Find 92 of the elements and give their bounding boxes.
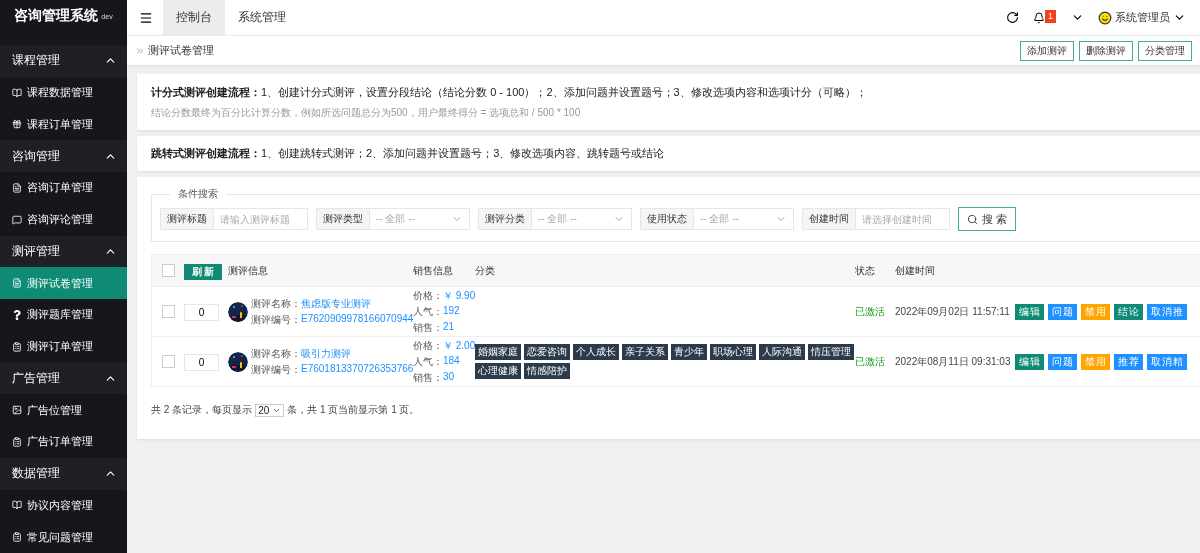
action-button[interactable]: 编辑 [1015, 353, 1044, 370]
column-header: 分类 [475, 263, 496, 278]
checkbox[interactable] [162, 355, 175, 368]
notice-note: 结论分数最终为百分比计算分数，例如所选问题总分为500，用户最终得分 = 选项总和 / 500 * 100 [151, 106, 582, 120]
pager-text: 共 2 条记录，每页显示 [151, 403, 253, 417]
field-label: 测评名称： [251, 346, 301, 361]
column-header: 测评信息 [228, 263, 269, 278]
menu-icon[interactable] [139, 10, 153, 25]
category-tag: 个人成长 [573, 344, 619, 360]
column-header: 创建时间 [895, 263, 936, 278]
clipboard-icon [12, 532, 22, 543]
toolbar-button[interactable]: 分类管理 [1138, 40, 1192, 61]
category-tag: 情感陪护 [524, 363, 570, 379]
test-code: E7620909978166070944 [301, 312, 414, 324]
field-label: 价格： [413, 288, 443, 303]
image-icon [12, 405, 22, 416]
field-label: 测评类型 [316, 208, 370, 230]
test-code: E7601813370726353766 [301, 362, 414, 374]
category-tag: 职场心理 [710, 344, 756, 360]
field-label: 销售： [413, 371, 443, 385]
user-name[interactable]: 系统管理员 [1115, 10, 1170, 25]
created-time: 2022年08月11日 09:31:03 [895, 354, 1012, 369]
field-label: 测评标题 [160, 208, 214, 230]
sales-value: ￥ 9.90 [443, 288, 476, 303]
field-label: 使用状态 [640, 208, 694, 230]
notice-text: 跳转式测评创建流程：1、创建跳转式测评；2、添加问题并设置题号；3、修改选项内容、跳转题号或结论 [151, 146, 666, 161]
filter-field[interactable]: 请选择创建时间 [856, 208, 950, 230]
sort-field[interactable]: 0 [184, 304, 219, 321]
sidebar-group[interactable]: 广告管理 [0, 362, 127, 395]
sales-value: 192 [443, 304, 460, 318]
sales-value: 21 [443, 320, 455, 334]
sales-value: ￥ 2.00 [443, 338, 476, 353]
field-label: 测评编号： [251, 312, 301, 327]
field-label: 价格： [413, 338, 443, 353]
category-tag: 青少年 [671, 344, 707, 360]
field-label: 测评名称： [251, 296, 301, 311]
checkbox[interactable] [162, 264, 175, 277]
sidebar-group[interactable]: 数据管理 [0, 457, 127, 490]
status-text: 已激活 [855, 354, 886, 369]
status-text: 已激活 [855, 304, 886, 319]
filter-field[interactable]: 请输入测评标题 [214, 208, 308, 230]
avatar-icon [1098, 10, 1112, 25]
app-title: 咨询管理系统 [14, 7, 99, 25]
notice-text: 计分式测评创建流程：1、创建计分式测评，设置分段结论（结论分数 0 - 100）；2、添加问题并设置题号；3、修改选项内容和选项计分（可略）； [151, 85, 868, 100]
field-label: 销售： [413, 321, 443, 335]
column-header: 状态 [855, 263, 876, 278]
document-icon [12, 182, 22, 193]
column-header: 销售信息 [413, 263, 454, 278]
action-button[interactable]: 结论 [1114, 303, 1143, 320]
sales-value: 30 [443, 370, 455, 384]
sales-value: 184 [443, 354, 460, 368]
toolbar-button[interactable]: 添加测评 [1020, 40, 1074, 61]
nav-tab[interactable]: 控制台 [163, 0, 225, 35]
category-tag: 恋爱咨询 [524, 344, 570, 360]
category-tag: 情压管理 [808, 344, 854, 360]
clipboard-icon [12, 436, 22, 447]
sort-field[interactable]: 0 [184, 354, 219, 371]
sidebar-group[interactable]: 课程管理 [0, 45, 127, 77]
refresh-icon[interactable] [1006, 11, 1019, 24]
toolbar-button[interactable]: 删除测评 [1079, 40, 1133, 61]
sidebar-item[interactable]: 测评试卷管理 [0, 267, 127, 299]
sidebar-group[interactable]: 测评管理 [0, 235, 127, 268]
search-button[interactable]: 搜 索 [958, 207, 1017, 231]
search-legend: 条件搜索 [170, 187, 226, 201]
pager-text: 条，共 1 页当前显示第 1 页。 [287, 403, 420, 417]
field-label: 测评分类 [478, 208, 532, 230]
category-tag: 人际沟通 [759, 344, 805, 360]
clipboard-icon [12, 341, 22, 352]
search-icon [967, 213, 978, 225]
notification-badge: 1 [1045, 9, 1056, 23]
category-tag: 心理健康 [475, 363, 521, 379]
comment-icon [12, 214, 22, 225]
category-tag: 亲子关系 [622, 344, 668, 360]
document-icon [12, 278, 22, 289]
category-tag: 婚姻家庭 [475, 344, 521, 360]
sidebar-group[interactable]: 咨询管理 [0, 140, 127, 172]
question-icon [12, 309, 22, 320]
checkbox[interactable] [162, 305, 175, 318]
bell-icon[interactable] [1033, 11, 1045, 24]
field-label: 人气： [413, 304, 443, 317]
gift-icon [12, 119, 22, 130]
field-label: 人气： [413, 354, 443, 367]
breadcrumb-icon [135, 45, 145, 56]
field-label: 测评编号： [251, 362, 301, 377]
created-time: 2022年09月02日 11:57:11 [895, 304, 1011, 319]
page-size-select[interactable]: 20 [255, 403, 285, 417]
action-button[interactable]: 编辑 [1015, 303, 1044, 320]
field-label: 创建时间 [802, 208, 856, 230]
refresh-button[interactable]: 刷 新 [184, 264, 222, 280]
breadcrumb: 测评试卷管理 [148, 43, 214, 58]
book-icon [12, 500, 22, 511]
book-icon [12, 87, 22, 98]
